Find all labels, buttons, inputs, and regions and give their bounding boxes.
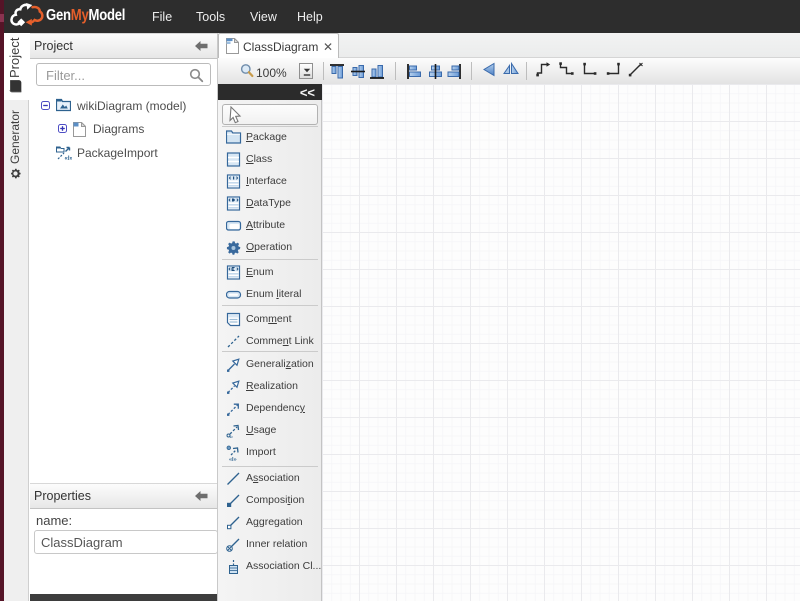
svg-text:«I»: «I» [65, 156, 73, 161]
svg-text:«I»: «I» [229, 457, 237, 461]
svg-text:‹›: ‹› [230, 435, 234, 440]
